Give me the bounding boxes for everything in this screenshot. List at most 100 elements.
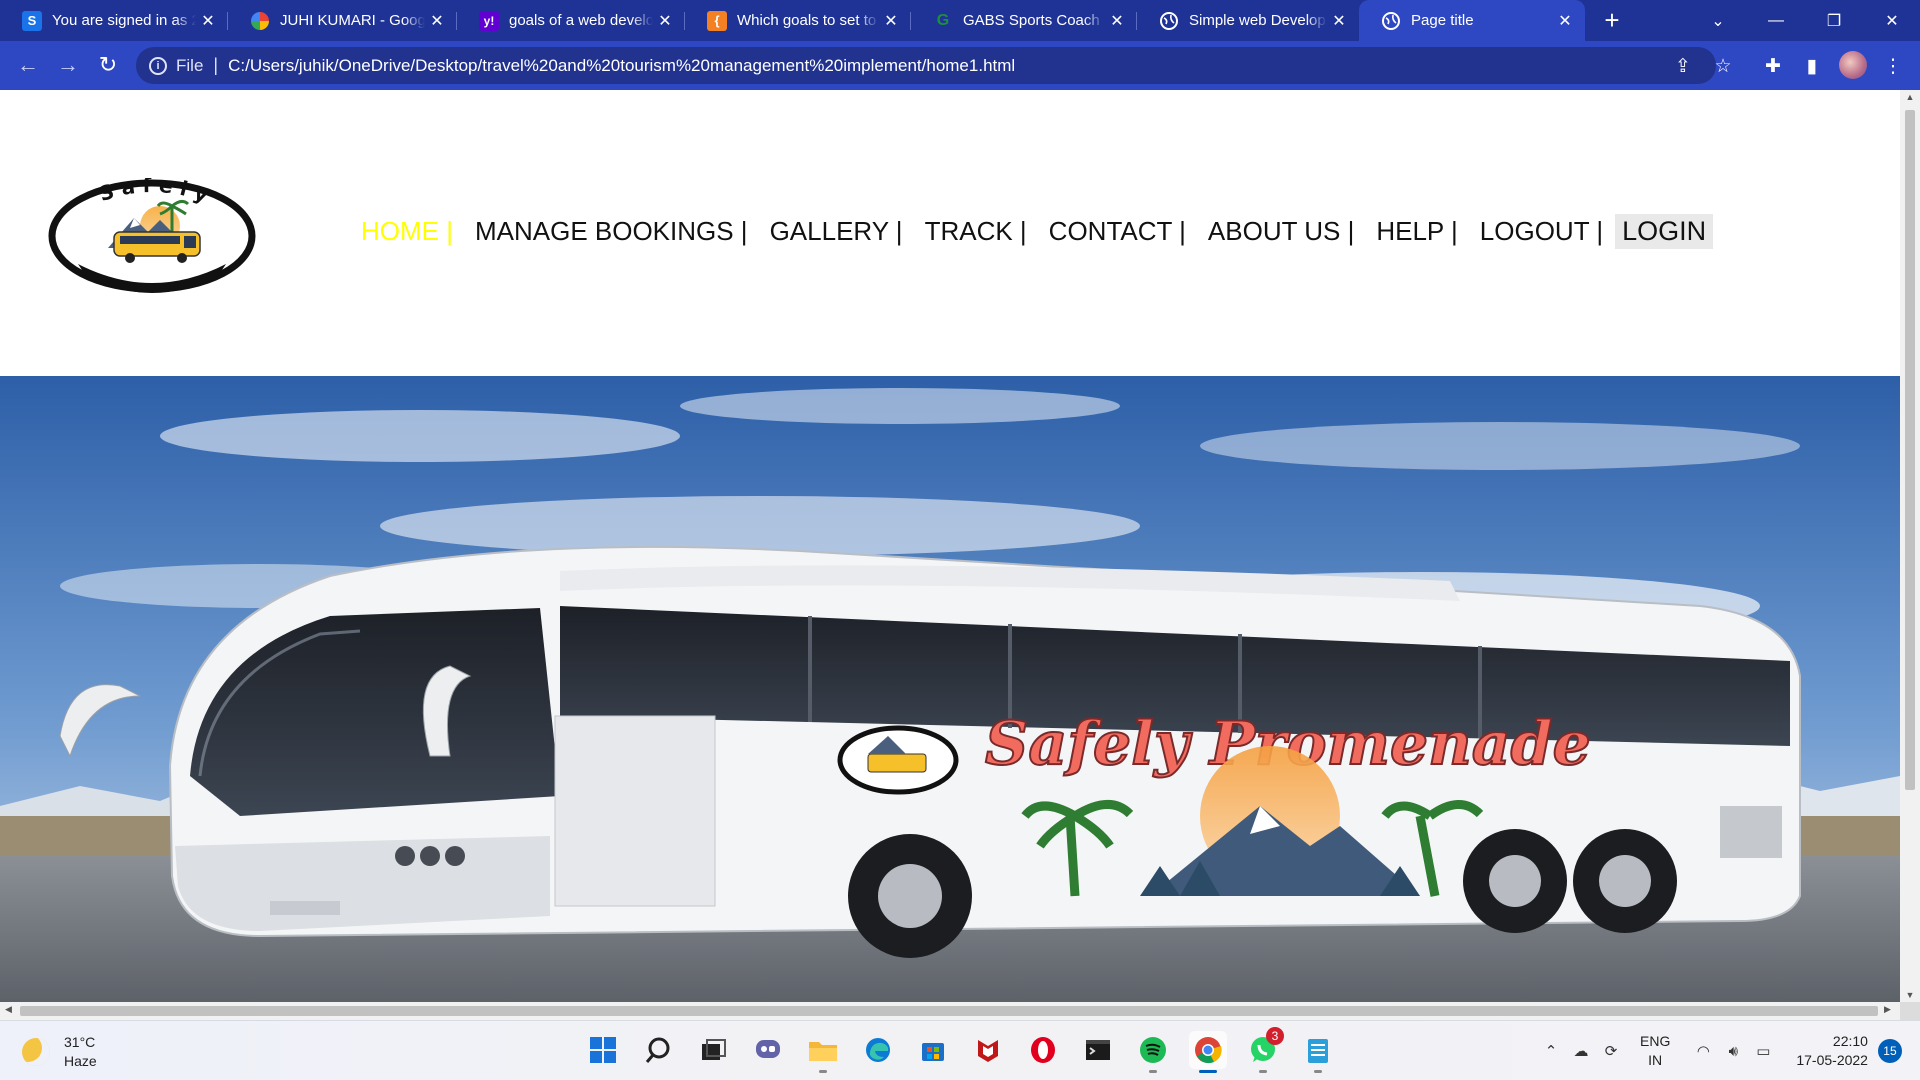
opera-icon[interactable] [1024, 1031, 1062, 1069]
browser-tab-strip: S You are signed in as 2 ✕ JUHI KUMARI -… [0, 0, 1920, 41]
browser-tab-active[interactable]: Page title ✕ [1359, 0, 1585, 41]
spotify-icon[interactable] [1134, 1031, 1172, 1073]
close-icon[interactable]: ✕ [1105, 11, 1129, 31]
login-button[interactable]: LOGIN [1615, 214, 1714, 249]
close-icon[interactable]: ✕ [653, 11, 677, 31]
vertical-scroll-thumb[interactable] [1905, 110, 1915, 790]
nav-home[interactable]: HOME | [361, 216, 453, 247]
moon-icon [22, 1038, 50, 1066]
address-divider: | [213, 55, 219, 75]
address-bar[interactable]: i File | C:/Users/juhik/OneDrive/Desktop… [136, 47, 1716, 84]
language-region: IN [1648, 1052, 1663, 1068]
clock[interactable]: 22:10 17-05-2022 [1796, 1032, 1868, 1070]
side-panel-icon[interactable]: ▮ [1799, 53, 1825, 79]
weather-temperature: 31°C [64, 1034, 96, 1050]
scrollbar-corner [1900, 1002, 1920, 1020]
nav-manage-bookings[interactable]: MANAGE BOOKINGS | [475, 216, 748, 247]
chrome-icon[interactable] [1189, 1031, 1227, 1073]
tab-title: goals of a web develo [509, 12, 653, 29]
notification-count-badge[interactable]: 15 [1877, 1039, 1902, 1063]
system-tray: ⌃ ☁ ⟳ ENG IN ◠ 🔊︎ ▭ 22:10 17-05-2022 15 [1540, 1021, 1902, 1080]
globe-icon [1159, 11, 1179, 31]
nav-logout[interactable]: LOGOUT | [1480, 216, 1603, 247]
notification-badge: 3 [1266, 1027, 1284, 1045]
nav-gallery[interactable]: GALLERY | [770, 216, 903, 247]
notepad-icon[interactable] [1299, 1031, 1337, 1073]
back-button[interactable]: ← [12, 49, 44, 81]
language-indicator[interactable]: ENG IN [1640, 1032, 1670, 1070]
tab-title: GABS Sports Coach | C [963, 12, 1105, 29]
info-icon[interactable]: i [149, 56, 167, 75]
horizontal-scrollbar[interactable]: ◀ ▶ [0, 1002, 1900, 1020]
whatsapp-icon[interactable]: 3 [1244, 1027, 1284, 1073]
onedrive-cloud-icon[interactable]: ☁ [1570, 1040, 1592, 1062]
running-indicator [1199, 1070, 1217, 1073]
clock-time: 22:10 [1832, 1033, 1868, 1049]
extensions-icon[interactable]: ✚ [1760, 53, 1786, 79]
close-icon[interactable]: ✕ [425, 11, 449, 31]
pinwheel-icon [250, 11, 270, 31]
bracket-icon: { [707, 10, 727, 31]
volume-icon[interactable]: 🔊︎ [1722, 1040, 1744, 1062]
start-icon[interactable] [584, 1031, 622, 1069]
battery-icon[interactable]: ▭ [1752, 1040, 1774, 1062]
edge-icon[interactable] [859, 1031, 897, 1069]
nav-help[interactable]: HELP | [1376, 216, 1457, 247]
terminal-icon[interactable] [1079, 1031, 1117, 1069]
chat-icon[interactable] [749, 1031, 787, 1069]
nav-about-us[interactable]: ABOUT US | [1208, 216, 1354, 247]
s-letter-icon: S [22, 10, 42, 31]
scroll-left-arrow-icon[interactable]: ◀ [5, 1004, 12, 1015]
menu-icon[interactable]: ⋮ [1880, 53, 1906, 79]
nav-contact[interactable]: CONTACT | [1049, 216, 1186, 247]
address-url[interactable]: C:/Users/juhik/OneDrive/Desktop/travel%2… [228, 56, 1015, 76]
running-indicator [1149, 1070, 1157, 1073]
close-icon[interactable]: ✕ [879, 11, 903, 31]
safely-promenade-logo[interactable]: Safely promenade [48, 178, 256, 294]
scroll-right-arrow-icon[interactable]: ▶ [1884, 1004, 1891, 1015]
browser-tab[interactable]: S You are signed in as 2 ✕ [0, 0, 228, 41]
running-indicator [1314, 1070, 1322, 1073]
page-viewport: Safely promenade HOME | MANAGE BOOKINGS … [0, 90, 1900, 1002]
browser-tab[interactable]: Simple web Developm ✕ [1137, 0, 1359, 41]
globe-icon [1381, 11, 1401, 31]
vertical-scrollbar[interactable]: ▲ ▼ [1900, 90, 1920, 1002]
browser-tab[interactable]: { Which goals to set to ✕ [685, 0, 911, 41]
tab-title: You are signed in as 2 [52, 12, 196, 29]
clock-date: 17-05-2022 [1796, 1052, 1868, 1068]
horizontal-scroll-thumb[interactable] [20, 1006, 1878, 1016]
new-tab-button[interactable]: + [1597, 6, 1627, 36]
weather-widget[interactable]: 31°C Haze [22, 1033, 97, 1071]
tab-title: Page title [1411, 12, 1474, 29]
task-view-icon[interactable] [694, 1031, 732, 1069]
bookmark-star-icon[interactable]: ☆ [1710, 53, 1736, 79]
store-icon[interactable] [914, 1031, 952, 1069]
close-icon[interactable]: ✕ [196, 11, 220, 31]
wifi-icon[interactable]: ◠ [1692, 1040, 1714, 1062]
restore-button[interactable]: ❐ [1808, 0, 1860, 41]
forward-button[interactable]: → [52, 49, 84, 81]
close-icon[interactable]: ✕ [1553, 11, 1577, 31]
scroll-down-arrow-icon[interactable]: ▼ [1904, 990, 1916, 1000]
search-icon[interactable] [639, 1031, 677, 1069]
nav-track[interactable]: TRACK | [925, 216, 1027, 247]
minimize-button[interactable]: — [1750, 0, 1802, 41]
reload-button[interactable]: ↻ [92, 49, 124, 81]
browser-tab[interactable]: G GABS Sports Coach | C ✕ [911, 0, 1137, 41]
browser-tab[interactable]: JUHI KUMARI - Googl ✕ [228, 0, 457, 41]
browser-tab[interactable]: y! goals of a web develo ✕ [457, 0, 685, 41]
scroll-up-arrow-icon[interactable]: ▲ [1904, 92, 1916, 102]
running-indicator [819, 1070, 827, 1073]
share-icon[interactable]: ⇪ [1670, 53, 1696, 79]
address-scheme-label: File [176, 55, 204, 75]
close-window-button[interactable]: ✕ [1866, 0, 1918, 41]
close-icon[interactable]: ✕ [1327, 11, 1351, 31]
chevron-up-icon[interactable]: ⌃ [1540, 1040, 1562, 1062]
mcafee-icon[interactable] [969, 1031, 1007, 1069]
file-explorer-icon[interactable] [804, 1031, 842, 1073]
gabs-icon: G [936, 11, 950, 29]
sync-icon[interactable]: ⟳ [1600, 1040, 1622, 1062]
site-navigation: HOME | MANAGE BOOKINGS | GALLERY | TRACK… [361, 214, 1714, 249]
tab-search-icon[interactable]: ⌄ [1692, 0, 1744, 41]
profile-avatar[interactable] [1839, 51, 1867, 79]
